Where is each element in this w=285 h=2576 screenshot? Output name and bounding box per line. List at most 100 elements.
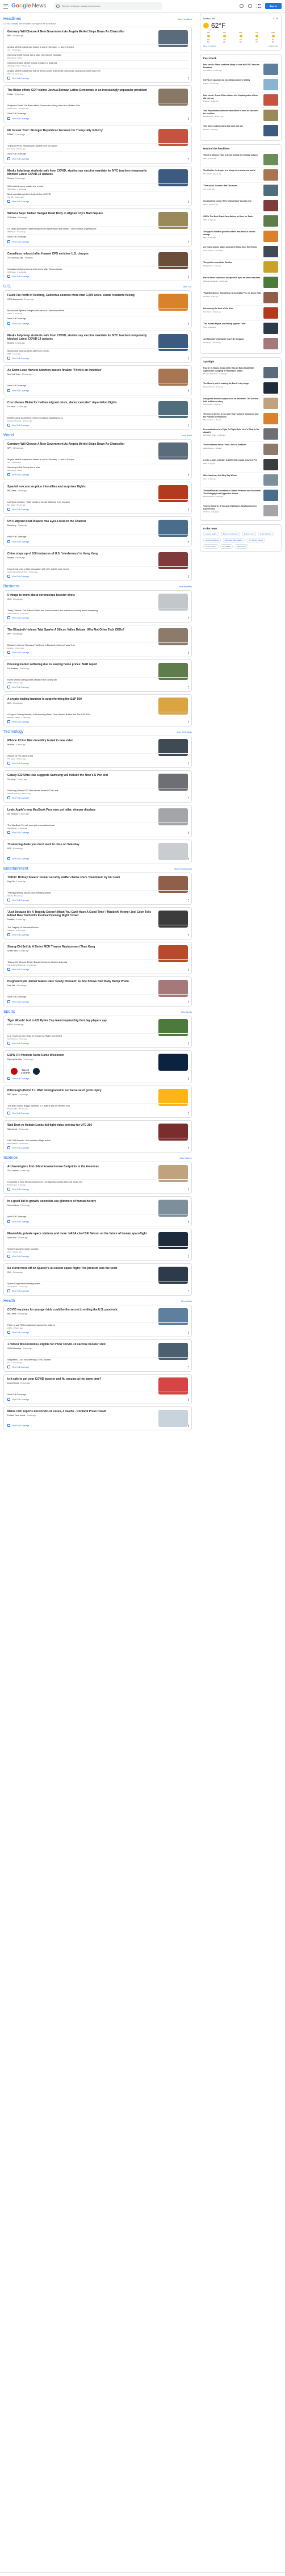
source-name[interactable]: Fighting Irish Wire	[7, 1058, 22, 1061]
item-title[interactable]: 'Paul McCartney' 'Something' Is Incredib…	[203, 292, 261, 295]
full-coverage-link[interactable]: View Full Coverage	[7, 117, 188, 120]
item-thumbnail[interactable]	[263, 444, 278, 455]
story-title[interactable]: 73 amazing deals you don't want to miss …	[7, 843, 155, 846]
more-options-icon[interactable]	[188, 201, 189, 203]
full-coverage-link[interactable]: View Full Coverage	[7, 1255, 188, 1258]
related-story[interactable]: View Full Coverage	[7, 111, 188, 115]
main-story[interactable]: UK's Migrant Boat Dispute Has Eyes Fixed…	[7, 520, 188, 537]
item-title[interactable]: Yvonne DeCarlo: A Young's of Whiskey, Ne…	[203, 505, 261, 510]
more-section-link[interactable]: More Sports	[181, 1011, 192, 1013]
main-story[interactable]: Pregnant Kylie Jenner Makes Rare 'Really…	[7, 980, 188, 997]
item-title[interactable]: A man, a plan, a Mozart is Write Side sq…	[203, 459, 257, 462]
full-coverage-link[interactable]: View Full Coverage	[7, 1112, 188, 1114]
main-story[interactable]: iPhone 13 Pro Max durability tested in n…	[7, 739, 188, 756]
main-story[interactable]: Pittsburgh (Heinz T.J. Watt downgraded t…	[7, 1089, 188, 1106]
full-coverage-link[interactable]: View Full Coverage	[7, 686, 188, 688]
item-title[interactable]: The Intellectual Ancestors of Jordan Pet…	[203, 490, 261, 495]
source-name[interactable]: Bloomberg	[7, 524, 16, 527]
item-title[interactable]: Fact check: Pfizer confirms Study to loo…	[203, 64, 261, 69]
story-title[interactable]: UK's Migrant Boat Dispute Has Eyes Fixed…	[7, 520, 155, 523]
more-options-icon[interactable]	[188, 762, 189, 765]
beyond-item[interactable]: CNN's The Best Stand-Your-Nation as More…	[203, 213, 278, 228]
item-title[interactable]: Life among the fires of the Hunt	[203, 307, 233, 310]
related-story[interactable]: Germany's Olaf Scholz has a plan: Get In…	[7, 52, 188, 59]
full-coverage-link[interactable]: View Full Coverage	[7, 1331, 188, 1334]
item-thumbnail[interactable]	[263, 428, 278, 440]
help-icon[interactable]	[239, 4, 244, 8]
main-menu-icon[interactable]	[3, 3, 8, 9]
item-title[interactable]: Who Has Lost, And Why Say Whom	[203, 474, 237, 477]
related-title[interactable]: View Full Coverage	[7, 112, 155, 115]
beyond-item[interactable]: Forest floors lose their 'Unexplored' la…	[203, 274, 278, 290]
sign-in-button[interactable]: Sign in	[265, 3, 282, 9]
full-coverage-link[interactable]: View Full Coverage	[7, 831, 188, 834]
main-story[interactable]: In a good kid to growth, scientists see …	[7, 1200, 188, 1217]
item-thumbnail[interactable]	[263, 459, 278, 470]
more-options-icon[interactable]	[188, 241, 189, 243]
full-coverage-link[interactable]: View Full Coverage	[7, 1077, 188, 1080]
more-options-icon[interactable]	[188, 1425, 189, 1427]
more-options-icon[interactable]	[188, 1112, 189, 1114]
item-thumbnail[interactable]	[263, 231, 278, 242]
apps-grid-icon[interactable]	[256, 4, 261, 8]
story-title[interactable]: Masks help keep students safe from COVID…	[7, 169, 155, 176]
main-story[interactable]: Witness Says Taliban Hanged Dead Body in…	[7, 212, 188, 229]
more-options-icon[interactable]	[188, 797, 189, 799]
story-title[interactable]: 5 things to know about coronavirus boost…	[7, 594, 155, 597]
full-coverage-link[interactable]: View Full Coverage	[7, 157, 188, 160]
item-thumbnail[interactable]	[263, 474, 278, 486]
main-story[interactable]: The Elizabeth Holmes Trial Sparks A Sili…	[7, 628, 188, 645]
section-title[interactable]: Headlines	[3, 17, 21, 21]
item-thumbnail[interactable]	[263, 200, 278, 211]
story-title[interactable]: TOKIO: Britney Spears' former security s…	[7, 876, 155, 879]
more-options-icon[interactable]	[188, 1042, 189, 1045]
beyond-item[interactable]: The Bonfire for Kepler is a bridge to a …	[203, 167, 278, 182]
section-title[interactable]: Sports	[3, 1010, 15, 1014]
main-story[interactable]: FK forever Trott: Stronger Republican Ex…	[7, 129, 188, 146]
more-options-icon[interactable]	[188, 832, 189, 834]
more-options-icon[interactable]	[188, 1331, 189, 1334]
story-thumbnail[interactable]	[158, 1054, 188, 1071]
item-title[interactable]: Joe Manchin's Mustache Can't Be Stopped	[203, 338, 244, 341]
fact_check-item[interactable]: Tom Republicans outlined from Biden to h…	[203, 107, 278, 123]
item-title[interactable]: As Tower project slates unclear to Texas…	[203, 246, 257, 249]
item-title[interactable]: The Bonfire for Kepler is a bridge to a …	[203, 169, 255, 172]
more-options-icon[interactable]	[188, 508, 189, 511]
item-thumbnail[interactable]	[263, 110, 278, 121]
spotlight-item[interactable]: The Moon's pull is making the Earth's da…	[203, 380, 278, 395]
more-section-link[interactable]: More Headlines	[178, 18, 192, 20]
item-title[interactable]: Fourier G. Moore, Dead at 90, Was an Ear…	[203, 367, 261, 372]
full-coverage-link[interactable]: View Full Coverage	[7, 796, 188, 799]
related-story[interactable]: View Full Coverage	[7, 1214, 188, 1218]
related-story[interactable]: Blazes with fighters charged with arson …	[7, 308, 188, 315]
full-coverage-link[interactable]: View Full Coverage	[7, 322, 188, 325]
more-options-icon[interactable]	[188, 158, 189, 160]
story-title[interactable]: The Elizabeth Holmes Trial Sparks A Sili…	[7, 628, 155, 632]
item-thumbnail[interactable]	[263, 64, 278, 75]
full-coverage-link[interactable]: View Full Coverage	[7, 540, 188, 543]
fact_check-item[interactable]: COVID-19 vaccines do not affect women's …	[203, 77, 278, 92]
item-thumbnail[interactable]	[263, 505, 278, 516]
main-story[interactable]: China steps up of 100 instances of U.S. …	[7, 552, 188, 569]
more-section-link[interactable]: More Health	[181, 1300, 192, 1302]
spotlight-item[interactable]: Fourier G. Moore, Dead at 90, Was an Ear…	[203, 365, 278, 380]
beyond-item[interactable]: Travel to Mexico: How to travel during t…	[203, 152, 278, 167]
beyond-item[interactable]: 'Paul McCartney' 'Something' Is Incredib…	[203, 290, 278, 305]
more-options-icon[interactable]	[188, 1147, 189, 1149]
more-options-icon[interactable]	[188, 617, 189, 619]
item-thumbnail[interactable]	[263, 154, 278, 165]
item-title[interactable]: Travel to Mexico: How to travel during t…	[203, 154, 258, 157]
story-title[interactable]: Housing market softening due to soaring …	[7, 663, 155, 666]
related-story[interactable]: A Crypto-Trading Hamster Is Performing B…	[7, 712, 188, 719]
item-thumbnail[interactable]	[263, 413, 278, 424]
full-coverage-link[interactable]: View Full Coverage	[7, 720, 188, 723]
item-thumbnail[interactable]	[263, 125, 278, 136]
related-story[interactable]: Shepherd Smith:The Biden effect Democrat…	[7, 103, 188, 110]
source-name[interactable]: NPR	[7, 447, 11, 449]
weather-location[interactable]: Boston, MA	[203, 17, 215, 20]
main-story[interactable]: Cruz blames Biden for Haitian migrant cr…	[7, 401, 188, 418]
fact_check-item[interactable]: Fact check: Pfizer confirms Study to loo…	[203, 61, 278, 77]
full-coverage-link[interactable]: View Full Coverage	[7, 389, 188, 392]
full-coverage-link[interactable]: View Full Coverage	[7, 1146, 188, 1149]
item-title[interactable]: 'The Human Rights Are Racing Against Tim…	[203, 323, 246, 325]
